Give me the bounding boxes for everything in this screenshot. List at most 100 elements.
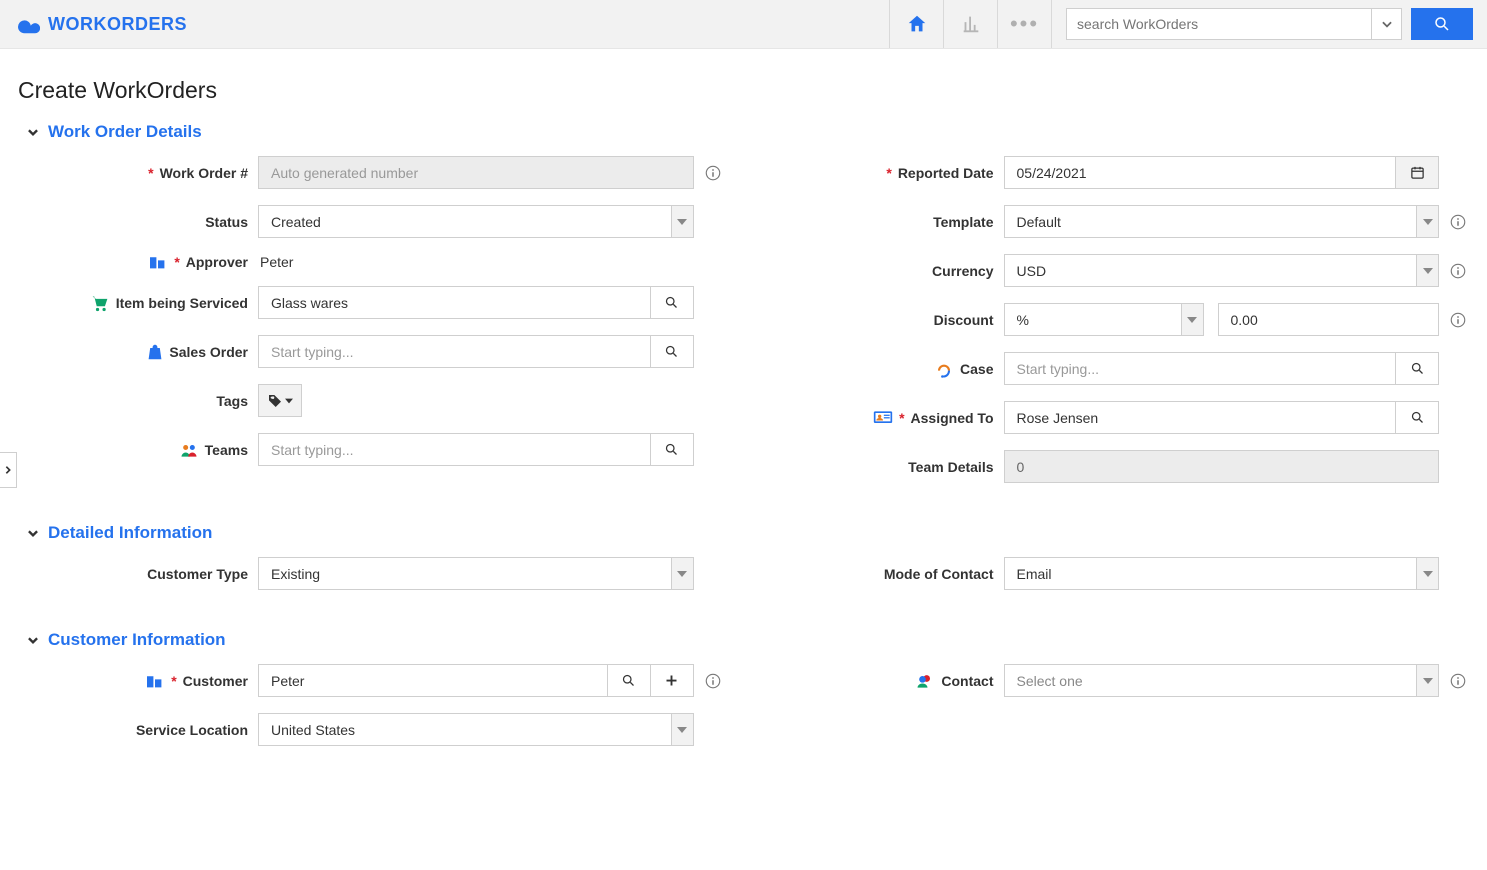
info-icon <box>1449 311 1467 329</box>
chevron-down-icon <box>1416 665 1438 696</box>
info-template[interactable] <box>1447 213 1469 231</box>
customer-type-select-value: Existing <box>259 558 671 589</box>
nav-more-button[interactable]: ••• <box>997 0 1051 48</box>
chevron-down-icon <box>26 526 40 540</box>
case-field <box>1004 352 1440 385</box>
home-icon <box>906 13 928 35</box>
chevron-down-icon <box>671 714 693 745</box>
top-bar: WORKORDERS ••• <box>0 0 1487 49</box>
mode-of-contact-select-value: Email <box>1005 558 1417 589</box>
search-icon <box>1410 410 1425 425</box>
label-status: Status <box>18 214 248 230</box>
sales-order-lookup-button[interactable] <box>650 336 693 367</box>
item-serviced-lookup-button[interactable] <box>650 287 693 318</box>
chevron-down-icon <box>1380 17 1394 31</box>
status-select-value: Created <box>259 206 671 237</box>
search-icon <box>1410 361 1425 376</box>
ellipsis-icon: ••• <box>1010 11 1039 37</box>
side-panel-toggle[interactable] <box>0 452 17 488</box>
info-discount[interactable] <box>1447 311 1469 329</box>
label-customer-type: Customer Type <box>18 566 248 582</box>
tags-picker-button[interactable] <box>258 384 302 417</box>
info-contact[interactable] <box>1447 672 1469 690</box>
sales-order-input[interactable] <box>259 336 650 367</box>
calendar-icon <box>1410 165 1425 180</box>
search-icon <box>664 344 679 359</box>
info-icon <box>1449 672 1467 690</box>
discount-unit-select[interactable]: % <box>1004 303 1204 336</box>
mode-of-contact-select[interactable]: Email <box>1004 557 1440 590</box>
section-toggle-detailed-information[interactable]: Detailed Information <box>26 523 1469 543</box>
label-approver: * Approver <box>18 254 248 270</box>
page-scroll[interactable]: Create WorkOrders Work Order Details * W… <box>0 49 1487 870</box>
search-icon <box>1433 15 1451 33</box>
section-toggle-customer-information[interactable]: Customer Information <box>26 630 1469 650</box>
label-sales-order: Sales Order <box>18 343 248 361</box>
tag-icon <box>267 393 283 409</box>
global-search-input[interactable] <box>1067 9 1371 39</box>
contact-select[interactable]: Select one <box>1004 664 1440 697</box>
contact-select-value: Select one <box>1005 665 1417 696</box>
cart-icon <box>90 294 110 312</box>
plus-icon <box>664 673 679 688</box>
brand-text: WORKORDERS <box>48 14 187 35</box>
customer-lookup-button[interactable] <box>607 665 650 696</box>
chevron-down-icon <box>671 206 693 237</box>
id-card-icon <box>873 410 893 426</box>
info-work-order-no[interactable] <box>702 164 724 182</box>
contacts-icon <box>915 672 935 690</box>
case-lookup-button[interactable] <box>1395 353 1438 384</box>
team-details-value: 0 <box>1005 451 1439 482</box>
status-select[interactable]: Created <box>258 205 694 238</box>
nav-reports-button[interactable] <box>943 0 997 48</box>
item-serviced-input[interactable] <box>259 287 650 318</box>
label-team-details: Team Details <box>764 459 994 475</box>
chevron-down-icon <box>26 125 40 139</box>
label-contact: Contact <box>764 672 994 690</box>
discount-value-input[interactable] <box>1219 304 1439 335</box>
page-title: Create WorkOrders <box>18 77 1469 104</box>
label-assigned-to: * Assigned To <box>764 410 994 426</box>
teams-lookup-button[interactable] <box>650 434 693 465</box>
service-location-select[interactable]: United States <box>258 713 694 746</box>
customer-input[interactable] <box>259 665 607 696</box>
assigned-to-input[interactable] <box>1005 402 1396 433</box>
nav-home-button[interactable] <box>889 0 943 48</box>
info-customer[interactable] <box>702 672 724 690</box>
label-mode-of-contact: Mode of Contact <box>764 566 994 582</box>
info-icon <box>1449 262 1467 280</box>
bar-chart-icon <box>960 13 982 35</box>
global-search-scope-button[interactable] <box>1371 9 1401 39</box>
template-select[interactable]: Default <box>1004 205 1440 238</box>
global-search-button[interactable] <box>1411 8 1473 40</box>
info-currency[interactable] <box>1447 262 1469 280</box>
customer-add-button[interactable] <box>650 665 693 696</box>
customer-field <box>258 664 694 697</box>
case-input[interactable] <box>1005 353 1396 384</box>
teams-field <box>258 433 694 466</box>
service-location-select-value: United States <box>259 714 671 745</box>
currency-select[interactable]: USD <box>1004 254 1440 287</box>
search-icon <box>664 442 679 457</box>
team-details-field: 0 <box>1004 450 1440 483</box>
item-serviced-field <box>258 286 694 319</box>
section-title: Work Order Details <box>48 122 202 142</box>
bag-icon <box>147 343 163 361</box>
label-work-order-no: * Work Order # <box>18 165 248 181</box>
brand: WORKORDERS <box>0 0 205 48</box>
top-search-wrap <box>1051 0 1487 48</box>
teams-input[interactable] <box>259 434 650 465</box>
assigned-to-lookup-button[interactable] <box>1395 402 1438 433</box>
section-toggle-work-order-details[interactable]: Work Order Details <box>26 122 1469 142</box>
reported-date-input[interactable] <box>1005 157 1396 188</box>
customer-type-select[interactable]: Existing <box>258 557 694 590</box>
label-tags: Tags <box>18 393 248 409</box>
section-title: Detailed Information <box>48 523 212 543</box>
label-item-serviced: Item being Serviced <box>18 294 248 312</box>
chevron-down-icon <box>1416 558 1438 589</box>
template-select-value: Default <box>1005 206 1417 237</box>
reported-date-picker-button[interactable] <box>1395 157 1438 188</box>
caret-down-icon <box>285 397 293 405</box>
assigned-to-field <box>1004 401 1440 434</box>
approver-value: Peter <box>258 254 293 270</box>
